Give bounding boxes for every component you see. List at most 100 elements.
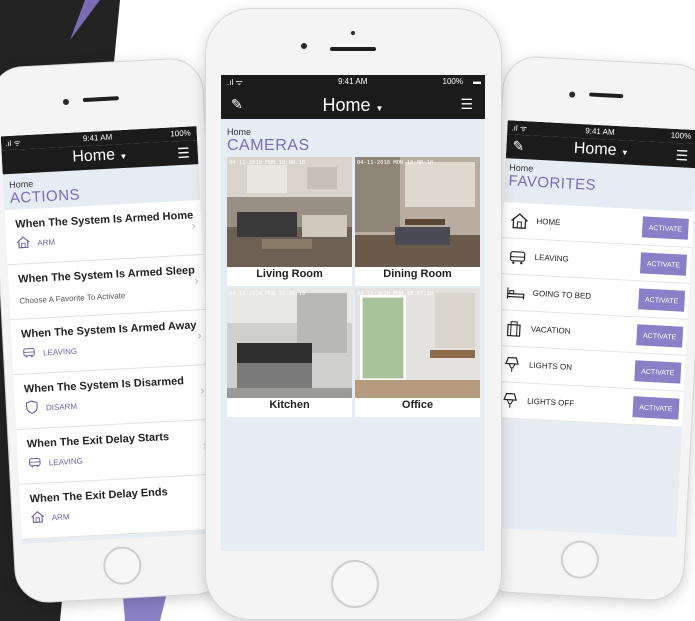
actions-list: When The System Is Armed Home ARM › When… (4, 200, 218, 540)
action-favorite: ARM (51, 512, 70, 523)
right-screen: .ıl ᯤ 9:41 AM 100% ✎ Home ▼ ☰ Home FAVOR… (486, 120, 695, 538)
action-title: When The System Is Disarmed (23, 375, 185, 396)
action-subtitle: Choose A Favorite To Activate (19, 291, 126, 306)
lamp-icon (503, 392, 517, 408)
favorite-label: GOING TO BED (532, 288, 592, 301)
action-row[interactable]: When The System Is Armed Away LEAVING › (10, 309, 209, 376)
home-dropdown[interactable]: Home ▼ (221, 95, 485, 116)
menu-icon[interactable]: ☰ (675, 147, 688, 165)
chevron-right-icon: › (191, 218, 196, 233)
status-battery: 100% (670, 130, 692, 141)
left-screen: .ıl ᯤ 9:41 AM 100% Home ▼ ☰ Home ACTIONS… (0, 126, 218, 544)
action-row[interactable]: When The Exit Delay Starts LEAVING › (16, 419, 215, 485)
suitcase-icon (506, 321, 521, 337)
chevron-right-icon: › (194, 273, 199, 288)
home-icon (511, 213, 528, 229)
action-title: When The System Is Armed Away (20, 319, 197, 341)
camera-name: Kitchen (269, 399, 310, 411)
action-title: When The Exit Delay Ends (29, 486, 168, 506)
lamp-icon (505, 356, 519, 372)
shield-icon (25, 400, 38, 414)
center-phone: .ıl ᯤ 9:41 AM 100% ▬ ✎ Home ▼ ☰ Home CAM… (205, 8, 502, 620)
chevron-right-icon: › (197, 328, 202, 343)
action-row[interactable]: When The System Is Armed Home ARM › (4, 200, 204, 266)
nav-title: Home (573, 139, 617, 159)
section-title: FAVORITES (508, 172, 597, 194)
speaker (330, 47, 376, 51)
action-row[interactable]: When The System Is Disarmed DISARM › (13, 364, 212, 430)
activate-button[interactable]: ACTIVATE (641, 216, 689, 240)
front-camera (569, 91, 576, 98)
home-button[interactable] (331, 560, 379, 608)
action-favorite: DISARM (45, 401, 78, 413)
camera-grid: 04-11-2018 MON 10:08:10 Living Room 04-1… (227, 157, 480, 417)
favorite-label: VACATION (530, 324, 571, 336)
status-time: 9:41 AM (585, 126, 615, 137)
caret-down-icon: ▼ (119, 151, 128, 162)
home-icon (31, 510, 45, 524)
camera-name: Dining Room (383, 268, 452, 280)
camera-tile[interactable]: 04-11-2018 MON 10:07:10 Office (355, 288, 480, 417)
status-time: 9:41 AM (82, 132, 113, 144)
menu-icon[interactable]: ☰ (460, 96, 473, 113)
action-title: When The System Is Armed Sleep (17, 264, 196, 286)
home-button[interactable] (102, 545, 143, 586)
menu-icon[interactable]: ☰ (177, 145, 190, 163)
activate-button[interactable]: ACTIVATE (632, 396, 680, 420)
activate-button[interactable]: ACTIVATE (639, 252, 687, 276)
camera-tile[interactable]: 04-11-2018 MON 10:08:10 Dining Room (355, 157, 480, 286)
breadcrumb[interactable]: Home (227, 127, 251, 137)
home-button[interactable] (559, 539, 600, 580)
nav-title: Home (71, 146, 116, 166)
action-row[interactable]: When The Exit Delay Ends ARM › (18, 474, 218, 540)
center-screen: .ıl ᯤ 9:41 AM 100% ▬ ✎ Home ▼ ☰ Home CAM… (221, 75, 485, 551)
action-favorite: ARM (37, 237, 56, 248)
activate-button[interactable]: ACTIVATE (634, 360, 682, 384)
chevron-right-icon: › (199, 383, 205, 398)
camera-feed-living-room (227, 157, 352, 267)
navbar: ✎ Home ▼ ☰ (221, 91, 485, 119)
favorite-label: LIGHTS ON (528, 360, 573, 372)
car-icon (28, 457, 41, 468)
action-title: When The System Is Armed Home (15, 209, 194, 231)
action-row[interactable]: When The System Is Armed Sleep Choose A … (7, 254, 207, 321)
camera-tile[interactable]: 04-11-2018 MON 10:08:10 Kitchen (227, 288, 352, 417)
speaker (589, 92, 624, 99)
bed-icon (506, 287, 525, 300)
action-favorite: LEAVING (42, 346, 78, 358)
home-icon (16, 236, 30, 249)
section-title: CAMERAS (227, 137, 310, 154)
camera-name: Living Room (256, 268, 323, 280)
battery-icon: ▬ (473, 77, 481, 86)
caret-down-icon: ▼ (620, 148, 629, 158)
front-camera (301, 43, 307, 49)
favorite-label: LEAVING (534, 252, 569, 264)
caret-down-icon: ▼ (375, 104, 384, 113)
activate-button[interactable]: ACTIVATE (638, 288, 686, 312)
status-bar: .ıl ᯤ 9:41 AM 100% ▬ (221, 75, 485, 91)
action-favorite: LEAVING (48, 456, 84, 468)
status-battery: 100% (170, 128, 192, 139)
favorites-list: HOME ACTIVATE LEAVING ACTIVATE GOING TO … (492, 202, 694, 428)
camera-timestamp: 04-11-2018 MON 10:08:10 (229, 160, 306, 166)
car-icon (509, 251, 526, 265)
camera-name: Office (401, 399, 434, 411)
activate-button[interactable]: ACTIVATE (636, 324, 684, 348)
right-phone: .ıl ᯤ 9:41 AM 100% ✎ Home ▼ ☰ Home FAVOR… (476, 54, 695, 603)
favorite-label: HOME (536, 216, 561, 228)
favorite-label: LIGHTS OFF (526, 396, 575, 409)
camera-timestamp: 04-11-2018 MON 10:08:10 (357, 160, 434, 166)
camera-feed-kitchen (227, 288, 352, 398)
front-camera (62, 98, 70, 106)
camera-tile[interactable]: 04-11-2018 MON 10:08:10 Living Room (227, 157, 352, 286)
camera-timestamp: 04-11-2018 MON 10:07:10 (357, 291, 434, 297)
section-title: ACTIONS (9, 186, 81, 207)
camera-feed-office (355, 288, 480, 398)
left-phone: .ıl ᯤ 9:41 AM 100% Home ▼ ☰ Home ACTIONS… (0, 56, 230, 605)
camera-timestamp: 04-11-2018 MON 10:08:10 (229, 291, 306, 297)
action-title: When The Exit Delay Starts (26, 431, 170, 451)
status-battery: 100% (442, 77, 463, 86)
nav-title: Home (322, 95, 371, 115)
speaker (82, 96, 119, 103)
car-icon (23, 348, 35, 358)
